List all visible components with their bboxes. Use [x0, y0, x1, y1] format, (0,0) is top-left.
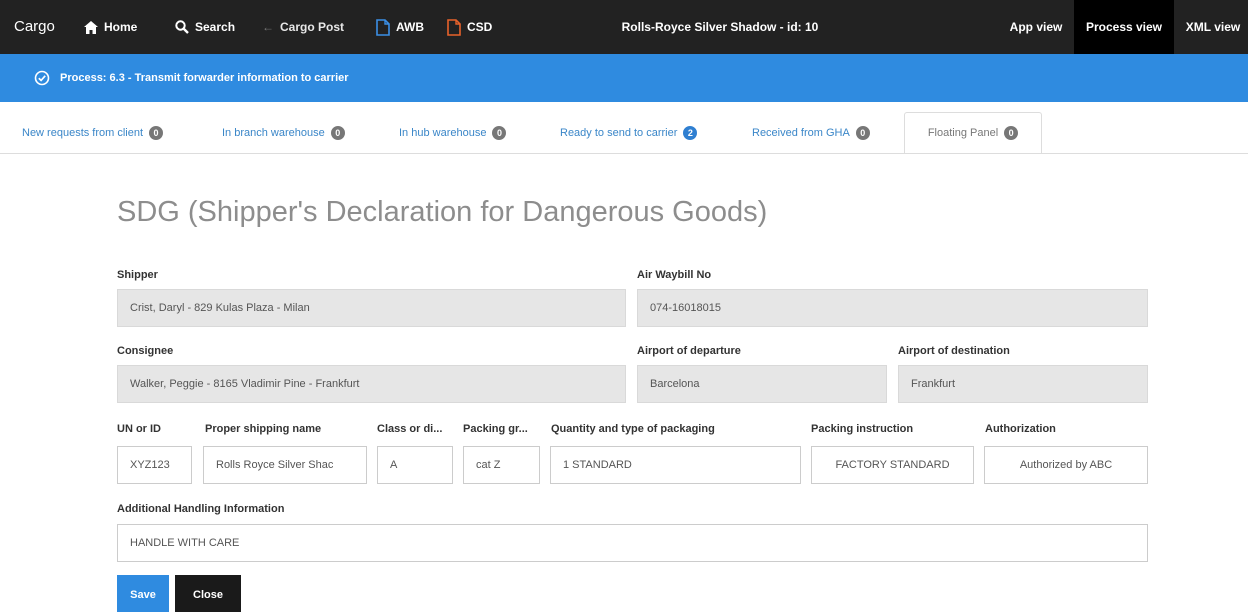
tabs-divider — [0, 153, 1248, 154]
tab-label: New requests from client — [22, 127, 144, 139]
nav-cargo-post[interactable]: ← Cargo Post — [262, 0, 344, 54]
consignee-field[interactable]: Walker, Peggie - 8165 Vladimir Pine - Fr… — [117, 365, 626, 403]
departure-airport-label: Airport of departure — [637, 345, 741, 357]
destination-airport-field[interactable]: Frankfurt — [898, 365, 1148, 403]
count-badge: 0 — [1004, 126, 1019, 140]
authorization-label: Authorization — [985, 423, 1056, 435]
awb-number-label: Air Waybill No — [637, 269, 712, 281]
departure-airport-field[interactable]: Barcelona — [637, 365, 887, 403]
home-icon — [84, 20, 98, 34]
tab-label: In hub warehouse — [399, 127, 487, 139]
quantity-packaging-input[interactable]: 1 STANDARD — [550, 446, 801, 484]
workflow-tabs: New requests from client 0 In branch war… — [0, 106, 1248, 154]
process-banner: Process: 6.3 - Transmit forwarder inform… — [0, 54, 1248, 102]
count-badge: 0 — [492, 126, 507, 140]
app-brand[interactable]: Cargo — [14, 0, 55, 54]
nav-search[interactable]: Search — [175, 0, 235, 54]
record-title: Rolls-Royce Silver Shadow - id: 10 — [621, 20, 819, 34]
destination-airport-label: Airport of destination — [898, 345, 1010, 357]
nav-home[interactable]: Home — [84, 0, 137, 54]
process-label: Process: 6.3 - Transmit forwarder inform… — [60, 72, 349, 84]
shipping-name-label: Proper shipping name — [205, 423, 322, 435]
consignee-label: Consignee — [117, 345, 174, 357]
tab-branch-warehouse[interactable]: In branch warehouse 0 — [222, 112, 345, 154]
class-division-label: Class or di... — [377, 423, 443, 435]
packing-instruction-label: Packing instruction — [811, 423, 914, 435]
tab-floating-panel[interactable]: Floating Panel 0 — [904, 112, 1042, 154]
handling-info-label: Additional Handling Information — [117, 503, 285, 515]
count-badge: 2 — [683, 126, 698, 140]
shipper-label: Shipper — [117, 269, 158, 281]
nav-csd[interactable]: CSD — [447, 0, 492, 54]
packing-group-label: Packing gr... — [463, 423, 528, 435]
pdf-document-icon — [447, 18, 461, 36]
packing-group-input[interactable]: cat Z — [463, 446, 540, 484]
tab-received-from-gha[interactable]: Received from GHA 0 — [752, 112, 870, 154]
search-icon — [175, 20, 189, 34]
nav-awb-label: AWB — [396, 20, 424, 34]
count-badge: 0 — [855, 126, 870, 140]
view-app[interactable]: App view — [1002, 0, 1070, 54]
shipper-field[interactable]: Crist, Daryl - 829 Kulas Plaza - Milan — [117, 289, 626, 327]
packing-instruction-input[interactable]: FACTORY STANDARD — [811, 446, 974, 484]
nav-awb[interactable]: AWB — [376, 0, 424, 54]
save-button[interactable]: Save — [117, 575, 169, 612]
tab-ready-to-send[interactable]: Ready to send to carrier 2 — [560, 112, 698, 154]
top-navbar: Cargo Home Search ← Cargo Post AWB CSD R… — [0, 0, 1248, 54]
tab-new-requests[interactable]: New requests from client 0 — [22, 112, 164, 154]
count-badge: 0 — [149, 126, 164, 140]
document-icon — [376, 18, 390, 36]
nav-csd-label: CSD — [467, 20, 493, 34]
shipping-name-input[interactable]: Rolls Royce Silver Shac — [203, 446, 367, 484]
authorization-input[interactable]: Authorized by ABC — [984, 446, 1148, 484]
count-badge: 0 — [330, 126, 345, 140]
awb-number-field[interactable]: 074-16018015 — [637, 289, 1148, 327]
nav-search-label: Search — [195, 20, 236, 34]
un-id-label: UN or ID — [117, 423, 161, 435]
close-button[interactable]: Close — [175, 575, 241, 612]
view-process[interactable]: Process view — [1074, 0, 1174, 54]
class-division-input[interactable]: A — [377, 446, 453, 484]
un-id-input[interactable]: XYZ123 — [117, 446, 192, 484]
nav-home-label: Home — [104, 20, 138, 34]
page-title: SDG (Shipper's Declaration for Dangerous… — [117, 196, 768, 228]
check-circle-icon — [34, 70, 50, 86]
handling-info-input[interactable]: HANDLE WITH CARE — [117, 524, 1148, 562]
tab-label: Received from GHA — [752, 127, 850, 139]
arrow-left-icon: ← — [262, 20, 274, 34]
view-xml[interactable]: XML view — [1178, 0, 1248, 54]
tab-hub-warehouse[interactable]: In hub warehouse 0 — [399, 112, 507, 154]
quantity-packaging-label: Quantity and type of packaging — [551, 423, 715, 435]
nav-cargo-post-label: Cargo Post — [280, 20, 345, 34]
tab-label: Ready to send to carrier — [560, 127, 678, 139]
tab-label: In branch warehouse — [222, 127, 325, 139]
tab-label: Floating Panel — [927, 127, 999, 139]
